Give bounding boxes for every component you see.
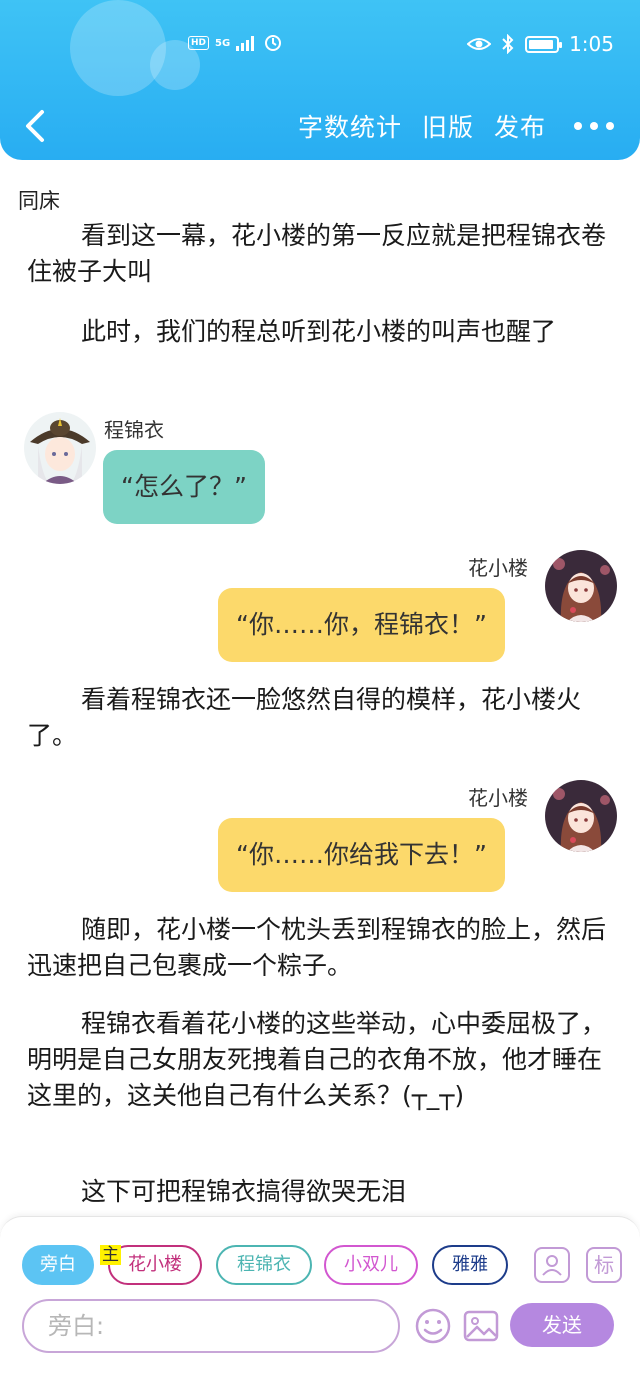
data-saver-icon [265,35,282,51]
story-paragraph: 看到这一幕，花小楼的第一反应就是把程锦衣卷住被子大叫 [27,222,607,286]
character-manage-button[interactable] [534,1247,570,1283]
story-paragraph: 程锦衣看着花小楼的这些举动，心中委屈极了，明明是自己女朋友死拽着自己的衣角不放，… [27,1009,607,1110]
compose-toolbar: 旁白 花小楼 主 程锦衣 小双儿 雅雅 标 旁白: 发送 [0,1216,640,1387]
more-button[interactable] [574,109,614,143]
main-character-tag: 主 [100,1245,121,1265]
story-paragraph: 随即，花小楼一个枕头丢到程锦衣的脸上，然后迅速把自己包裹成一个粽子。 [27,915,607,980]
dialog-bubble[interactable]: “你……你，程锦衣！” [218,588,505,662]
role-chip-huaxiaolou[interactable]: 花小楼 [108,1245,202,1285]
tag-button[interactable]: 标 [586,1247,622,1283]
story-content[interactable]: 看到这一幕，花小楼的第一反应就是把程锦衣卷住被子大叫 此时，我们的程总听到花小楼… [0,222,640,1216]
image-button[interactable] [462,1307,500,1345]
emoji-button[interactable] [414,1307,452,1345]
avatar-huaxiaolou[interactable] [545,780,617,852]
publish-button[interactable]: 发布 [494,108,546,144]
send-button[interactable]: 发送 [510,1303,614,1347]
back-button[interactable] [18,106,54,146]
clock: 1:05 [569,32,614,56]
speaker-name: 花小楼 [468,786,528,810]
network-type: 5G [215,37,231,49]
old-version-button[interactable]: 旧版 [422,108,474,144]
hd-badge: HD [188,36,210,50]
story-title: 同床 [18,189,60,213]
story-paragraph: 此时，我们的程总听到花小楼的叫声也醒了 [81,317,557,346]
smiley-icon [415,1308,451,1344]
chevron-left-icon [26,110,44,142]
bluetooth-icon [502,34,514,54]
dialog-bubble[interactable]: “你……你给我下去！” [218,818,505,892]
signal-icon [236,36,255,51]
role-chip-yaya[interactable]: 雅雅 [432,1245,508,1285]
eye-icon [467,38,492,50]
story-paragraph: 看着程锦衣还一脸悠然自得的模样，花小楼火了。 [27,685,582,750]
story-paragraph: 这下可把程锦衣搞得欲哭无泪 [81,1177,407,1206]
image-icon [463,1310,499,1342]
person-icon [542,1255,562,1276]
nav-bar: 字数统计 旧版 发布 [0,100,640,154]
nav-actions: 字数统计 旧版 发布 [278,108,614,144]
avatar-chengjinyi[interactable] [24,412,96,484]
word-count-button[interactable]: 字数统计 [298,108,402,144]
role-chip-narration[interactable]: 旁白 [22,1245,94,1285]
status-right: 1:05 [467,32,614,56]
message-input[interactable]: 旁白: [22,1299,400,1353]
battery-icon [525,35,563,53]
top-header: HD 5G 1:05 字数统计 旧版 发布 [0,0,640,160]
avatar-huaxiaolou[interactable] [545,550,617,622]
role-chip-chengjinyi[interactable]: 程锦衣 [216,1245,312,1285]
dialog-bubble[interactable]: “怎么了？” [103,450,265,524]
role-chip-xiaoshuanger[interactable]: 小双儿 [324,1245,418,1285]
speaker-name: 花小楼 [468,556,528,580]
status-bar: HD 5G 1:05 [0,26,640,66]
speaker-name: 程锦衣 [104,418,164,442]
status-left: HD 5G [188,34,282,52]
